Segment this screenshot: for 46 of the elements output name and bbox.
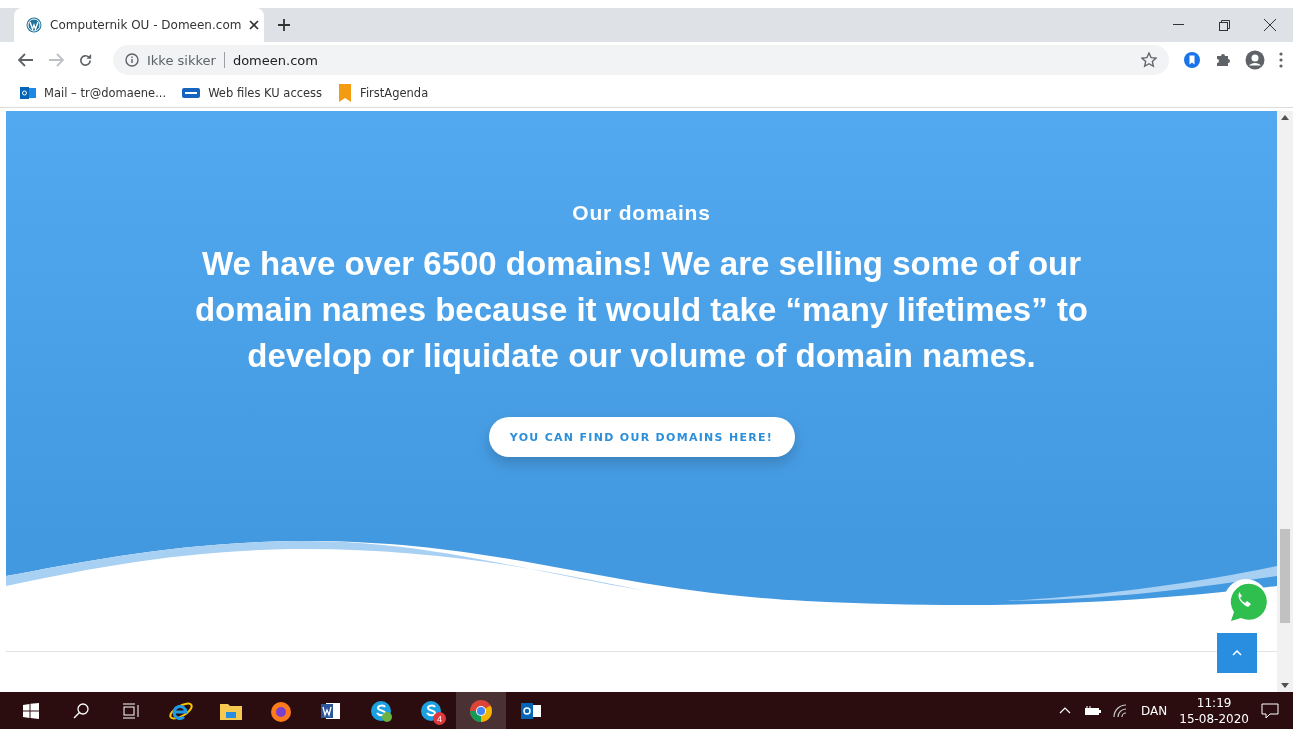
minimize-icon[interactable] — [1172, 24, 1184, 26]
address-bar[interactable]: Ikke sikker domeen.com — [113, 45, 1169, 75]
bookmark-link[interactable]: Web files KU access — [208, 85, 323, 100]
notifications-icon[interactable] — [1261, 702, 1279, 719]
windows-start-icon[interactable] — [23, 702, 39, 719]
notification-badge: 4 — [433, 712, 446, 725]
clock[interactable]: 11:19 15-08-2020 — [1179, 694, 1249, 727]
bookmark-extension-icon[interactable] — [1183, 51, 1201, 69]
mail-o-icon — [520, 700, 542, 721]
scroll-up-icon[interactable] — [1281, 115, 1289, 120]
scrollbar-thumb[interactable] — [1280, 529, 1290, 623]
close-icon[interactable] — [1264, 19, 1276, 31]
account-icon[interactable] — [1245, 50, 1265, 70]
reload-icon[interactable] — [78, 52, 93, 68]
language-indicator[interactable]: DAN — [1141, 703, 1168, 718]
chrome-icon — [469, 698, 493, 723]
browser-tab[interactable]: Computernik OU - Domeen.com — [14, 8, 264, 42]
bookmark-link[interactable]: FirstAgenda — [360, 85, 429, 100]
hero-heading: We have over 6500 domains! We are selling some of our domain names because it would take “many lifetimes” to develop or liquidate our volume of domain names. — [193, 244, 1090, 376]
w-logo-icon — [26, 17, 42, 33]
caret-up-icon — [1232, 650, 1242, 656]
puzzle-icon[interactable] — [1215, 52, 1231, 68]
chevron-up-icon[interactable] — [1059, 707, 1072, 714]
bookmark-ribbon-icon — [338, 83, 353, 102]
search-icon[interactable] — [73, 702, 89, 719]
plus-icon[interactable] — [278, 19, 290, 31]
info-icon — [125, 53, 139, 67]
s-bubble-icon — [370, 699, 392, 722]
battery-icon[interactable] — [1083, 705, 1102, 716]
taskbar-app[interactable] — [456, 692, 506, 729]
back-arrow-icon[interactable] — [18, 53, 34, 67]
bookmark-link[interactable]: Mail – tr@domaene... — [44, 85, 167, 100]
restore-icon[interactable] — [1218, 19, 1230, 31]
menu-icon[interactable] — [1279, 52, 1283, 68]
clock-time: 11:19 — [1196, 694, 1232, 711]
mail-o-icon — [20, 85, 36, 100]
url-text: domeen.com — [232, 52, 319, 68]
star-icon[interactable] — [1141, 52, 1157, 68]
clock-date: 15-08-2020 — [1179, 710, 1249, 727]
security-label: Ikke sikker — [147, 52, 216, 68]
section-eyebrow: Our domains — [572, 201, 711, 225]
taskbar-app[interactable]: 4 — [406, 692, 456, 729]
http-icon — [182, 87, 201, 98]
close-icon[interactable] — [249, 20, 260, 30]
task-view-icon[interactable] — [122, 702, 140, 719]
scroll-down-icon[interactable] — [1281, 683, 1289, 688]
